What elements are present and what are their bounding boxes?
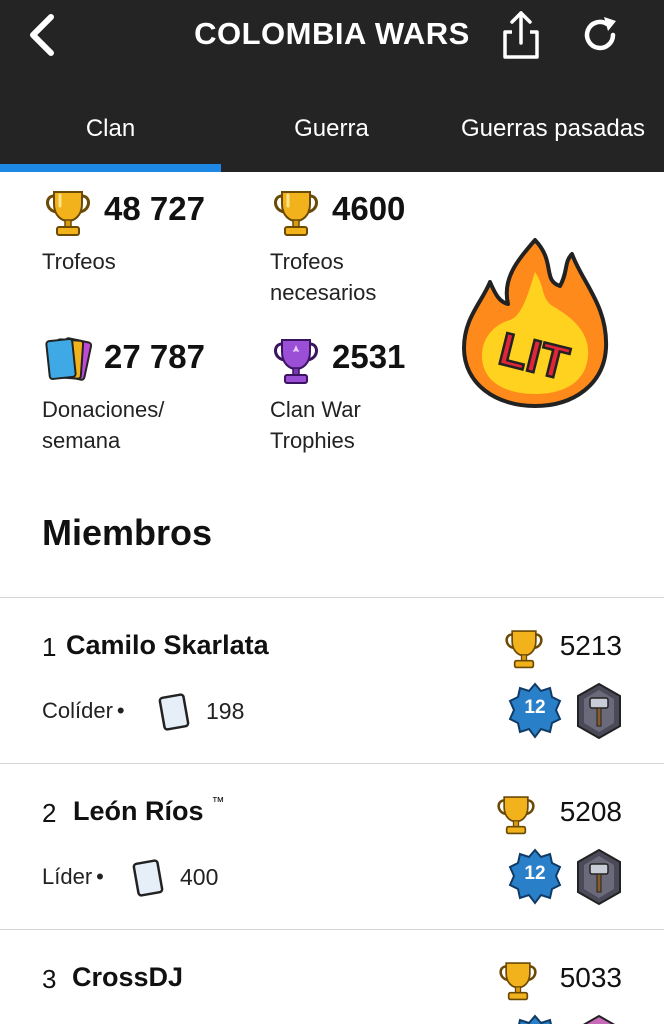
separator-dot: • xyxy=(116,698,125,723)
member-trophies: 5213 xyxy=(559,630,622,661)
member-trophies: 5208 xyxy=(559,796,622,827)
required-trophies-label: Trofeos necesarios xyxy=(270,249,377,305)
trophies-value: 48 727 xyxy=(104,190,205,227)
card-icon xyxy=(158,693,190,731)
member-donations: 400 xyxy=(180,864,219,890)
trophy-icon xyxy=(499,962,537,1001)
member-name: León Ríos xyxy=(73,796,204,826)
separator-dot: • xyxy=(96,864,104,889)
member-name: Camilo Skarlata xyxy=(66,630,269,660)
war-trophies-label: Clan War Trophies xyxy=(270,397,361,453)
member-row[interactable]: 2 León Ríos ™ 5208 Líder • 400 12 xyxy=(0,764,664,930)
share-icon xyxy=(503,11,539,59)
stat-war-trophies: 2531 Clan War Trophies xyxy=(270,334,460,454)
member-level: 12 xyxy=(524,863,546,884)
refresh-icon xyxy=(584,17,616,51)
refresh-button[interactable] xyxy=(576,10,624,60)
member-role-label: Colíder xyxy=(42,698,113,723)
cards-icon xyxy=(45,337,93,381)
members-section-title: Miembros xyxy=(42,512,213,553)
arena-icon xyxy=(577,848,621,906)
member-rank: 3 xyxy=(42,964,57,994)
trophy-icon xyxy=(46,191,90,236)
donations-value: 27 787 xyxy=(104,338,205,375)
member-name: CrossDJ xyxy=(72,962,184,992)
member-donations: 198 xyxy=(206,698,245,724)
arena-icon xyxy=(577,682,621,740)
stat-trophies: 48 727 Trofeos xyxy=(42,186,262,286)
trophies-label: Trofeos xyxy=(42,249,116,274)
war-trophy-icon xyxy=(274,339,318,384)
tab-guerra[interactable]: Guerra xyxy=(221,92,442,166)
member-rank: 1 xyxy=(42,632,57,662)
chevron-left-icon xyxy=(30,14,54,56)
tab-bar: Clan Guerra Guerras pasadas xyxy=(0,92,664,172)
tab-clan[interactable]: Clan xyxy=(0,92,221,166)
tab-guerras-pasadas[interactable]: Guerras pasadas xyxy=(442,92,664,166)
level-badge-icon xyxy=(518,1014,552,1024)
required-trophies-value: 4600 xyxy=(332,190,406,227)
card-icon xyxy=(132,859,164,897)
page-title: COLOMBIA WARS xyxy=(194,16,470,51)
member-trophies: 5033 xyxy=(559,962,622,993)
arena-icon xyxy=(582,1014,616,1024)
member-row[interactable]: 3 CrossDJ 5033 xyxy=(0,930,664,1024)
app-header: COLOMBIA WARS Clan Guerra Guerras pasada… xyxy=(0,0,664,172)
trophy-icon xyxy=(497,796,535,835)
trophy-icon xyxy=(505,630,543,669)
trophy-icon xyxy=(274,191,318,236)
lit-badge-icon: LIT xyxy=(462,238,609,408)
stat-required-trophies: 4600 Trofeos necesarios xyxy=(270,186,460,306)
member-rank: 2 xyxy=(42,798,57,828)
stat-donations: 27 787 Donaciones/ semana xyxy=(42,334,262,454)
member-level: 12 xyxy=(524,697,546,718)
member-name-group: León Ríos ™ xyxy=(73,794,225,827)
member-row[interactable]: 1 Camilo Skarlata 5213 Colíder • 198 12 xyxy=(0,598,664,764)
donations-label: Donaciones/ semana xyxy=(42,397,165,453)
trademark-symbol: ™ xyxy=(211,794,225,809)
back-button[interactable] xyxy=(20,10,64,60)
member-role-label: Líder xyxy=(42,864,93,889)
war-trophies-value: 2531 xyxy=(332,338,406,375)
share-button[interactable] xyxy=(498,8,544,62)
active-tab-indicator xyxy=(0,164,221,172)
member-role: Líder • xyxy=(42,864,108,890)
member-role: Colíder • xyxy=(42,698,129,724)
